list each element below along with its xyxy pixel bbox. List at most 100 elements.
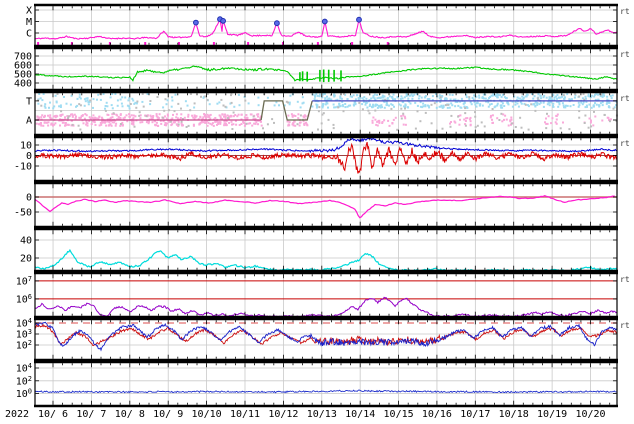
polarity-dot: [473, 94, 476, 97]
polarity-dot: [489, 96, 492, 98]
polarity-dot: [338, 102, 341, 105]
polarity-dot: [459, 114, 462, 117]
polarity-dot: [577, 105, 580, 108]
polarity-dot: [43, 121, 46, 124]
polarity-dot: [158, 113, 161, 116]
polarity-dot: [611, 94, 614, 97]
polarity-dot: [496, 104, 499, 107]
polarity-dot: [315, 106, 318, 109]
polarity-dot: [99, 98, 102, 101]
polarity-dot: [203, 113, 206, 116]
date-label: 10/12: [268, 409, 298, 420]
polarity-dot: [294, 115, 297, 117]
polarity-dot: [361, 108, 364, 111]
polarity-dot: [212, 124, 215, 127]
polarity-dot: [327, 106, 329, 109]
polarity-dot: [90, 123, 93, 126]
realtime-flag: rt: [620, 7, 630, 16]
polarity-dot: [320, 122, 323, 125]
polarity-dot: [111, 107, 114, 110]
polarity-dot: [500, 95, 503, 98]
polarity-dot: [327, 118, 330, 121]
polarity-dot: [439, 96, 442, 99]
polarity-dot: [106, 120, 109, 123]
panel-solar-wind-density: 40 20: [20, 227, 618, 273]
polarity-dot: [257, 96, 260, 99]
polarity-dot: [404, 104, 407, 107]
polarity-dot: [407, 106, 410, 109]
polarity-dot: [578, 110, 581, 113]
polarity-dot: [394, 116, 397, 119]
polarity-dot: [292, 122, 295, 125]
polarity-dot: [303, 116, 306, 119]
polarity-dot: [128, 113, 131, 116]
polarity-dot: [129, 103, 132, 105]
polarity-dot: [594, 102, 596, 105]
polarity-dot: [530, 103, 533, 106]
chart-canvas: XMCrt700600500400rtTArt100-10rt0-5040201…: [5, 3, 630, 420]
polarity-dot: [606, 95, 609, 98]
polarity-dot: [94, 124, 97, 126]
polarity-dot: [133, 102, 136, 105]
polarity-dot: [480, 121, 483, 124]
panel-imf-sector-polarity: TArt: [26, 90, 630, 137]
polarity-dot: [260, 124, 263, 127]
polarity-dot: [161, 116, 164, 119]
polarity-dot: [138, 114, 141, 117]
polarity-dot: [287, 124, 290, 127]
polarity-dot: [507, 103, 510, 106]
polarity-dot: [404, 117, 407, 120]
polarity-dot: [318, 106, 321, 109]
polarity-dot: [49, 114, 52, 117]
polarity-dot: [469, 101, 472, 104]
polarity-dot: [121, 124, 124, 127]
polarity-dot: [601, 119, 604, 122]
polarity-dot: [219, 121, 222, 124]
polarity-dot: [417, 97, 420, 100]
polarity-dot: [193, 102, 196, 105]
polarity-dot: [211, 122, 214, 125]
polarity-dot: [301, 96, 304, 99]
date-label: 10/20: [575, 409, 605, 420]
polarity-dot: [371, 121, 374, 124]
polarity-dot: [56, 115, 59, 118]
polarity-dot: [303, 114, 306, 117]
polarity-dot: [546, 112, 548, 115]
polarity-dot: [435, 106, 438, 109]
polarity-dot: [96, 98, 98, 101]
polarity-dot: [155, 121, 158, 124]
polarity-dot: [104, 105, 107, 107]
polarity-dot: [460, 97, 463, 100]
polarity-dot: [587, 93, 590, 96]
polarity-dot: [372, 116, 375, 119]
polarity-dot: [603, 94, 606, 97]
polarity-dot: [367, 109, 370, 112]
polarity-dot: [524, 103, 527, 106]
polarity-dot: [109, 123, 112, 126]
polarity-dot: [368, 105, 371, 107]
polarity-dot: [131, 97, 134, 100]
polarity-dot: [171, 99, 174, 102]
polarity-dot: [42, 124, 45, 127]
y-tick-label: 0: [26, 193, 32, 204]
polarity-dot: [557, 105, 560, 108]
polarity-dot: [84, 100, 87, 103]
polarity-dot: [76, 97, 79, 100]
polarity-dot: [206, 124, 209, 127]
polarity-dot: [189, 93, 192, 95]
polarity-dot: [52, 107, 55, 110]
polarity-dot: [527, 105, 530, 108]
polarity-dot: [464, 120, 467, 122]
polarity-dot: [414, 101, 417, 104]
polarity-dot: [175, 116, 178, 119]
polarity-dot: [549, 96, 552, 99]
polarity-dot: [288, 103, 291, 106]
polarity-dot: [487, 105, 490, 108]
date-label: 10/ 9: [153, 409, 183, 420]
polarity-dot: [451, 94, 454, 96]
y-tick-label: 40: [20, 236, 32, 247]
polarity-dot: [361, 103, 364, 106]
polarity-dot: [67, 115, 70, 118]
polarity-dot: [600, 93, 603, 96]
polarity-dot: [61, 113, 64, 116]
